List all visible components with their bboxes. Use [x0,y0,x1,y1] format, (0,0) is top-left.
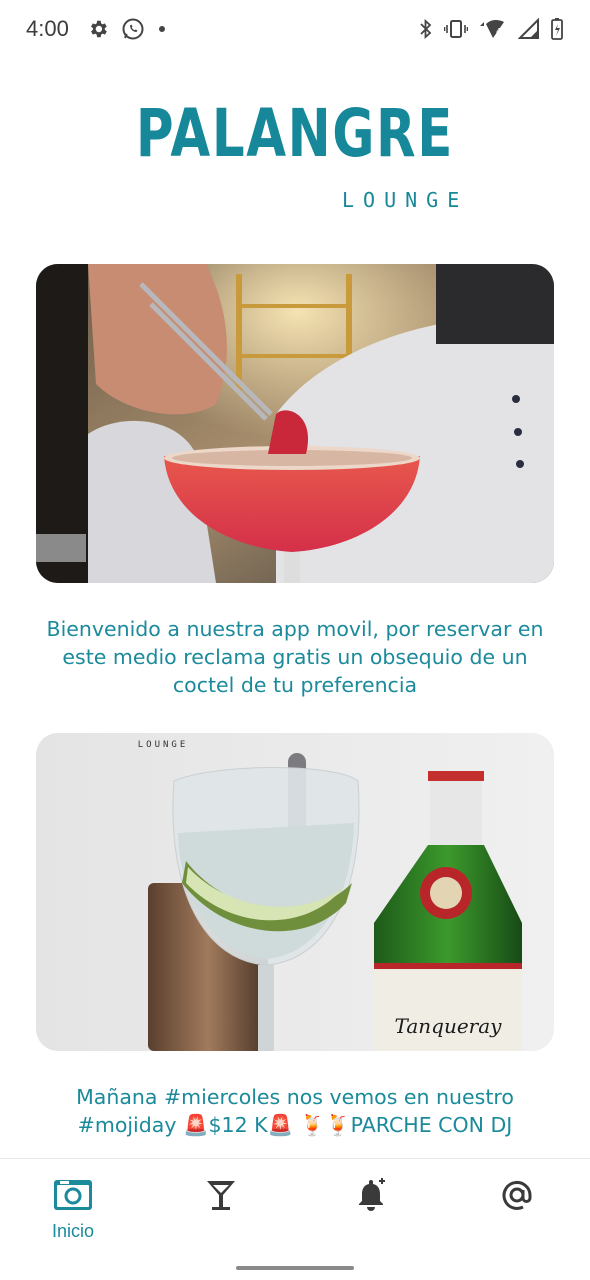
nav-item-contact[interactable] [462,1177,572,1217]
at-sign-icon [499,1180,535,1217]
post-text: Bienvenido a nuestra app movil, por rese… [46,617,544,697]
bottle-label: Tanqueray [395,1014,503,1038]
logo-subtitle: LOUNGE [342,188,469,212]
signal-icon [518,18,540,40]
gear-icon [87,18,109,40]
svg-text:4: 4 [496,27,501,36]
bottom-nav: Inicio [0,1158,590,1280]
status-bar: 4:00 4 [0,0,590,58]
vibrate-icon [444,19,468,39]
nav-item-drinks[interactable] [166,1177,276,1217]
image-overlay-text: LOUNGE [138,740,189,750]
nav-item-inicio[interactable]: Inicio [18,1177,128,1242]
bell-add-icon [353,1178,389,1217]
nav-item-notifications[interactable] [316,1177,426,1217]
app-logo: PALANGRE LOUNGE [0,88,590,212]
bluetooth-icon [418,18,434,40]
status-right-icons: 4 [418,17,564,41]
nav-label-inicio: Inicio [51,1221,95,1241]
wifi-icon: 4 [478,18,508,40]
battery-icon [550,17,564,41]
feed[interactable]: Bienvenido a nuestra app movil, por rese… [36,264,554,1140]
logo-title: PALANGRE [135,95,455,172]
home-indicator[interactable] [236,1266,354,1270]
camera-icon [52,1180,94,1217]
status-left-icons [87,17,167,41]
post-text: Mañana #miercoles nos vemos en nuestro #… [76,1085,514,1137]
whatsapp-icon [121,17,145,41]
post-image-gin[interactable]: Tanqueray LOUNGE [36,733,554,1051]
dot-icon [157,24,167,34]
cocktail-glass-icon [203,1181,239,1217]
post-image-cocktail[interactable] [36,264,554,583]
status-time: 4:00 [26,16,69,41]
